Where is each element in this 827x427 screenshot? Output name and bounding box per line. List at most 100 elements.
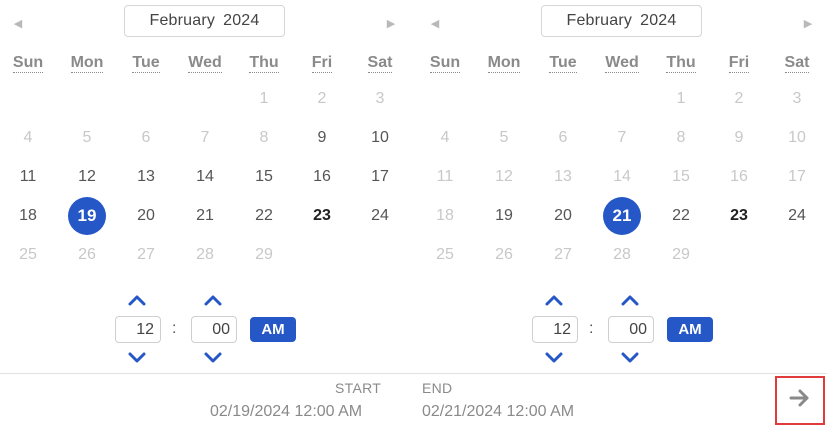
- day-cell: 14: [613, 168, 631, 185]
- weekday-label: Wed: [188, 54, 222, 73]
- prev-month-arrow-icon[interactable]: ◀: [12, 18, 24, 30]
- apply-button[interactable]: [775, 376, 825, 425]
- weekday-label: Sun: [12, 54, 44, 73]
- day-cell: 4: [23, 129, 33, 146]
- weekday-header-row: Sun Mon Tue Wed Thu Fri Sat: [417, 50, 827, 78]
- day-cell: 25: [436, 246, 454, 263]
- day-cell: 28: [613, 246, 631, 263]
- day-cell[interactable]: 22: [662, 197, 700, 235]
- weekday-label: Sat: [784, 54, 810, 73]
- day-cell[interactable]: 18: [9, 197, 47, 235]
- weekday-label: Sun: [429, 54, 461, 73]
- am-pm-toggle-button[interactable]: AM: [250, 317, 296, 342]
- time-picker: 12 : 00 AM: [113, 290, 313, 370]
- day-cell: 1: [259, 90, 269, 107]
- day-cell[interactable]: 24: [778, 197, 816, 235]
- weekday-label: Fri: [311, 54, 333, 73]
- month-year-selector[interactable]: February 2024: [541, 5, 702, 37]
- day-cell: 3: [792, 90, 802, 107]
- minute-increment-chevron-up-icon[interactable]: [620, 293, 640, 307]
- day-cell[interactable]: 23: [720, 197, 758, 235]
- next-month-arrow-icon[interactable]: ▶: [385, 18, 397, 30]
- hour-decrement-chevron-down-icon[interactable]: [127, 351, 147, 365]
- footer-divider: [0, 373, 827, 374]
- time-separator: :: [589, 320, 594, 337]
- minute-decrement-chevron-down-icon[interactable]: [203, 351, 223, 365]
- time-picker: 12 : 00 AM: [530, 290, 730, 370]
- day-cell[interactable]: 15: [245, 158, 283, 196]
- day-cell: 3: [375, 90, 385, 107]
- day-cell[interactable]: 17: [361, 158, 399, 196]
- month-year-selector[interactable]: February 2024: [124, 5, 285, 37]
- hour-increment-chevron-up-icon[interactable]: [544, 293, 564, 307]
- weekday-label: Thu: [249, 54, 279, 73]
- day-cell[interactable]: 13: [127, 158, 165, 196]
- day-cell: 15: [672, 168, 690, 185]
- minute-increment-chevron-up-icon[interactable]: [203, 293, 223, 307]
- day-cell[interactable]: 24: [361, 197, 399, 235]
- day-cell[interactable]: 20: [127, 197, 165, 235]
- day-cell: 11: [436, 168, 454, 185]
- day-cell: 29: [672, 246, 690, 263]
- weekday-label: Mon: [70, 54, 104, 73]
- day-cell: 6: [558, 129, 568, 146]
- day-cell[interactable]: 10: [361, 119, 399, 157]
- day-cell: 2: [317, 90, 327, 107]
- day-cell: 12: [495, 168, 513, 185]
- weekday-header-row: Sun Mon Tue Wed Thu Fri Sat: [0, 50, 410, 78]
- next-month-arrow-icon[interactable]: ▶: [802, 18, 814, 30]
- day-cell: 26: [78, 246, 96, 263]
- day-cell: 4: [440, 129, 450, 146]
- selected-day-cell[interactable]: 19: [68, 197, 106, 235]
- day-cell: 9: [734, 129, 744, 146]
- weekday-label: Wed: [605, 54, 639, 73]
- minute-input[interactable]: 00: [608, 316, 654, 343]
- selected-day-cell[interactable]: 21: [603, 197, 641, 235]
- prev-month-arrow-icon[interactable]: ◀: [429, 18, 441, 30]
- weekday-label: Tue: [132, 54, 160, 73]
- day-cell: 25: [19, 246, 37, 263]
- day-cell[interactable]: 16: [303, 158, 341, 196]
- day-cell: 6: [141, 129, 151, 146]
- day-cell: 5: [82, 129, 92, 146]
- day-cell[interactable]: 11: [9, 158, 47, 196]
- day-grid: 1 2 3 4 5 6 7 8 9 10 11 12 13 14 15 16 17 18 19 20 21 22 23 24 2…: [417, 80, 827, 280]
- minute-input[interactable]: 00: [191, 316, 237, 343]
- day-cell: 8: [676, 129, 686, 146]
- day-cell: 27: [137, 246, 155, 263]
- day-cell: 27: [554, 246, 572, 263]
- month-label: February: [566, 12, 633, 29]
- day-cell[interactable]: 20: [544, 197, 582, 235]
- start-calendar: ◀ February 2024 ▶ Sun Mon Tue Wed Thu Fri Sat …: [0, 0, 410, 372]
- day-cell[interactable]: 23: [303, 197, 341, 235]
- day-cell: 28: [196, 246, 214, 263]
- day-cell[interactable]: 22: [245, 197, 283, 235]
- day-cell[interactable]: 9: [303, 119, 341, 157]
- year-label: 2024: [223, 12, 260, 29]
- hour-increment-chevron-up-icon[interactable]: [127, 293, 147, 307]
- arrow-right-icon: [789, 388, 811, 413]
- minute-decrement-chevron-down-icon[interactable]: [620, 351, 640, 365]
- day-cell[interactable]: 19: [485, 197, 523, 235]
- hour-decrement-chevron-down-icon[interactable]: [544, 351, 564, 365]
- day-cell[interactable]: 12: [68, 158, 106, 196]
- day-cell: 7: [200, 129, 210, 146]
- end-summary-value: 02/21/2024 12:00 AM: [422, 403, 575, 420]
- day-cell: 5: [499, 129, 509, 146]
- day-cell[interactable]: 14: [186, 158, 224, 196]
- day-cell: 2: [734, 90, 744, 107]
- end-calendar: ◀ February 2024 ▶ Sun Mon Tue Wed Thu Fri Sat …: [417, 0, 827, 372]
- day-cell: 18: [436, 207, 454, 224]
- day-cell: 17: [788, 168, 806, 185]
- time-separator: :: [172, 320, 177, 337]
- weekday-label: Mon: [487, 54, 521, 73]
- day-grid: 1 2 3 4 5 6 7 8 9 10 11 12 13 14 15 16 17 18 19 20 21 22 23 24 2…: [0, 80, 410, 280]
- hour-input[interactable]: 12: [115, 316, 161, 343]
- start-summary-value: 02/19/2024 12:00 AM: [210, 403, 363, 420]
- day-cell: 16: [730, 168, 748, 185]
- am-pm-toggle-button[interactable]: AM: [667, 317, 713, 342]
- day-cell: 10: [788, 129, 806, 146]
- hour-input[interactable]: 12: [532, 316, 578, 343]
- start-summary-label: START: [335, 380, 382, 396]
- day-cell[interactable]: 21: [186, 197, 224, 235]
